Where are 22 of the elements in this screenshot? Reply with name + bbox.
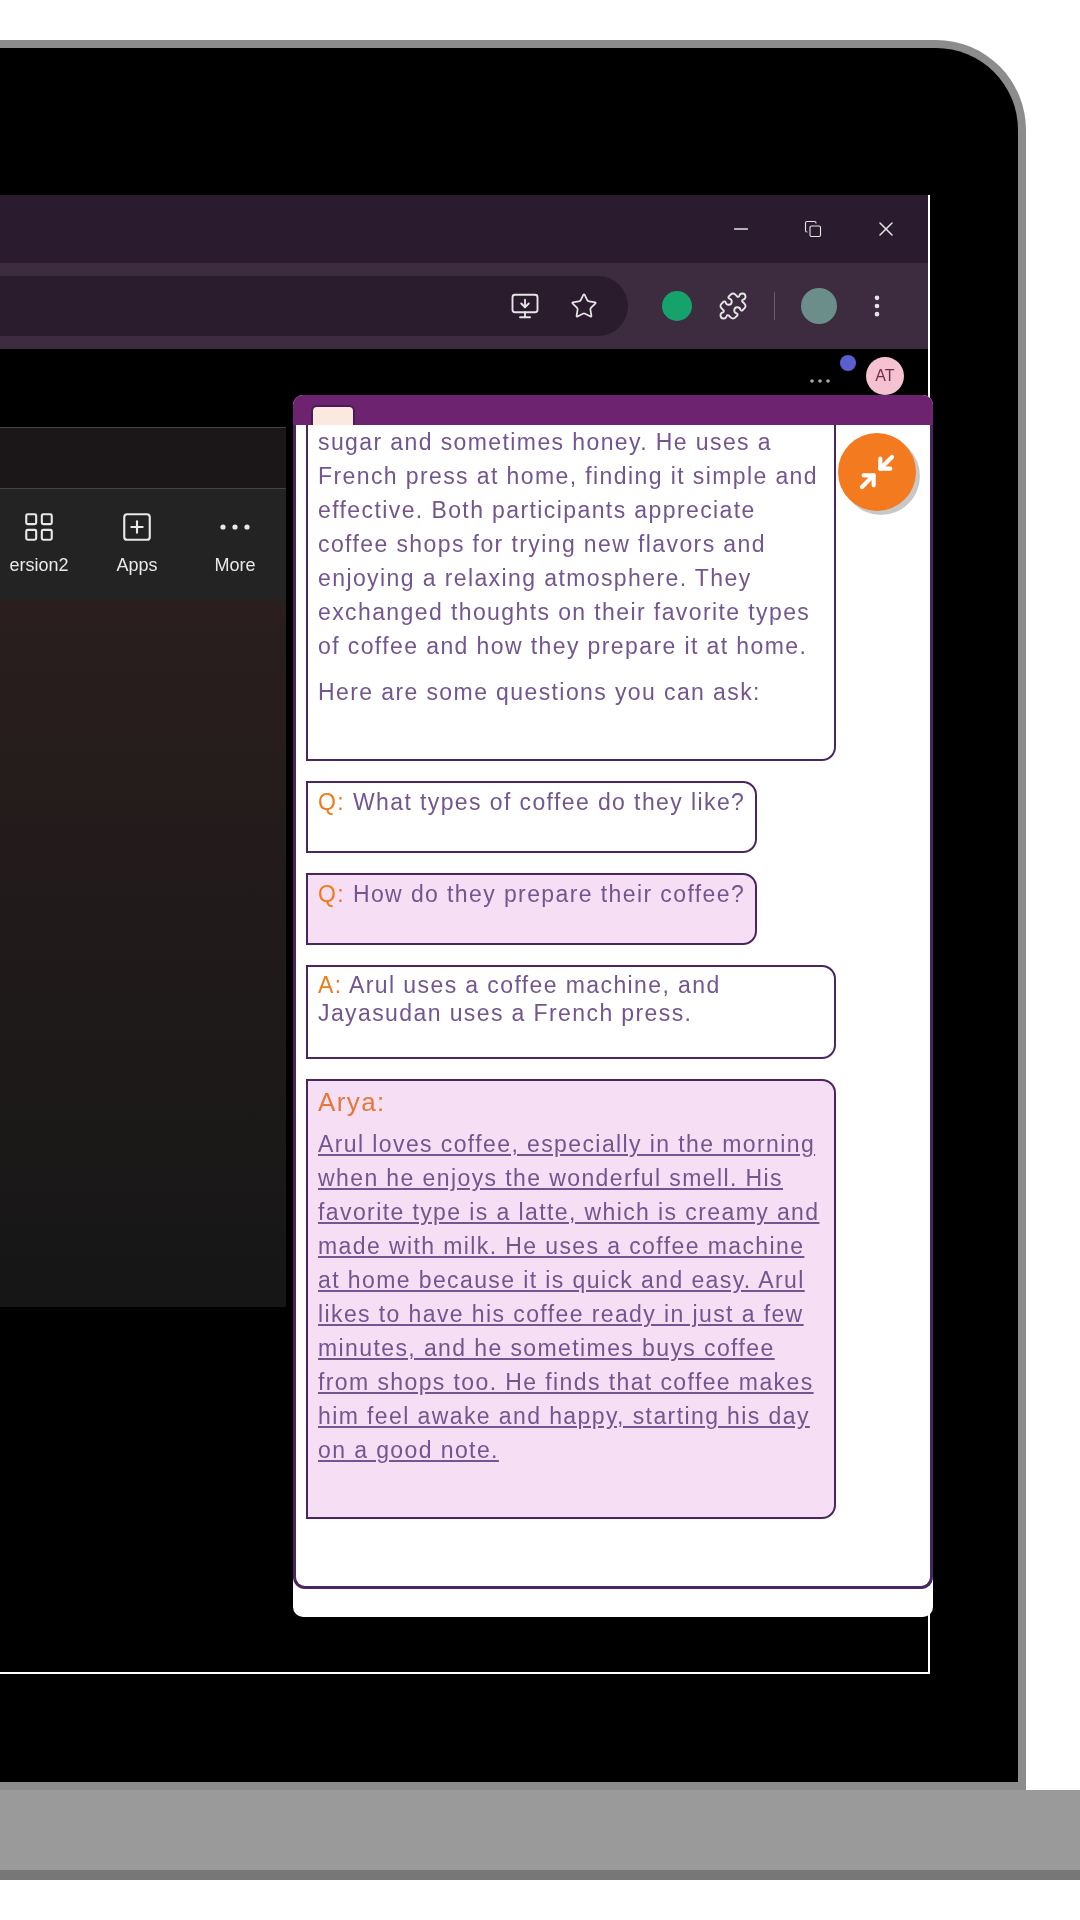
profile-avatar[interactable]: [801, 288, 837, 324]
grid-icon: [22, 510, 56, 544]
plus-icon: [120, 510, 154, 544]
ribbon-button[interactable]: ersion2: [0, 510, 78, 579]
question-chip[interactable]: Q: What types of coffee do they like?: [306, 781, 758, 853]
user-avatar[interactable]: AT: [866, 357, 904, 395]
ribbon-button[interactable]: More: [196, 510, 274, 579]
question-chip[interactable]: Q: How do they prepare their coffee?: [306, 873, 758, 945]
install-icon[interactable]: [510, 291, 540, 321]
collapse-button[interactable]: [838, 433, 916, 511]
more-icon[interactable]: [810, 379, 830, 383]
response-text[interactable]: Arul loves coffee, especially in the morning when he enjoys the wonderful smell. His favorite type is a latte, which is creamy and made with milk. He uses a coffee machine at home because it is quick and easy. Arul likes to have his coffee ready in just a few minutes, and he sometimes buys coffee from shops too. He finds that coffee makes him feel awake and happy, starting his day on a good note.: [318, 1127, 824, 1467]
summary-text: sugar and sometimes honey. He uses a French press at home, finding it simple and effective. Both participants appreciate coffee shops for trying new flavors and enjoying a relaxing atmosphere. They exchanged thoughts on their favorite types of coffee and how they prepare it at home.: [318, 428, 819, 661]
collapse-icon: [857, 452, 897, 492]
answer-card: A: Arul uses a coffee machine, and Jayasudan uses a French press.: [306, 965, 836, 1059]
puzzle-icon[interactable]: [718, 291, 748, 321]
star-icon[interactable]: [570, 292, 598, 320]
speaker-name: Arya:: [318, 1086, 387, 1119]
summary-text: Here are some questions you can ask:: [318, 678, 762, 707]
ribbon-button[interactable]: Apps: [98, 510, 176, 579]
restore-icon[interactable]: [804, 220, 822, 238]
more-icon: [220, 524, 250, 530]
